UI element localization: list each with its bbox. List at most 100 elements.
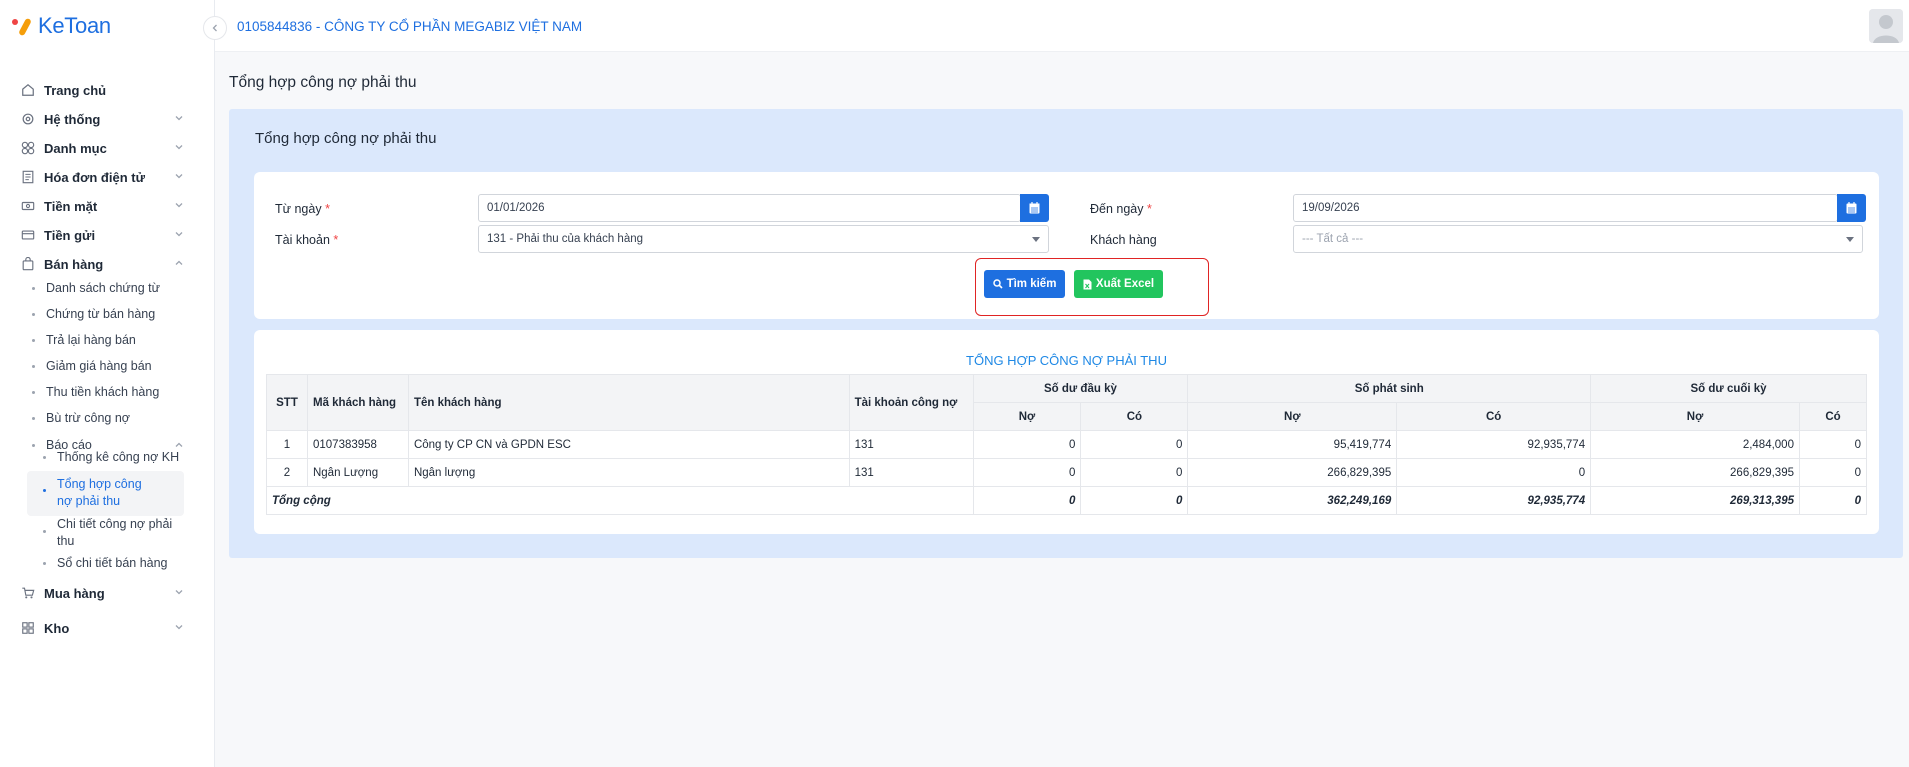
from-date-input[interactable]: 01/01/2026 — [478, 194, 1021, 222]
to-date-input[interactable]: 19/09/2026 — [1293, 194, 1838, 222]
cell-name: Ngân lượng — [407, 458, 850, 487]
sidebar-report-item-active[interactable]: Tổng hợp công nợ phải thu — [27, 471, 184, 516]
table-row[interactable]: 2 Ngân Lượng Ngân lượng 131 0 0 266,829,… — [266, 458, 1868, 487]
table-row[interactable]: 1 0107383958 Công ty CP CN và GPDN ESC 1… — [266, 430, 1868, 459]
sidebar-report-item[interactable]: Chi tiết công nợ phải thu — [0, 516, 215, 554]
chevron-down-icon — [175, 203, 183, 208]
from-date-label: Từ ngày * — [275, 202, 330, 216]
customer-select[interactable]: --- Tất cả --- — [1293, 225, 1863, 253]
sidebar-report-item[interactable]: Sổ chi tiết bán hàng — [0, 555, 215, 572]
company-name: 0105844836 - CÔNG TY CỔ PHẦN MEGABIZ VIỆ… — [237, 19, 583, 34]
logo-text: KeToan — [38, 13, 111, 38]
column-header: Mã khách hàng — [306, 374, 409, 431]
user-icon — [1869, 9, 1903, 43]
avatar[interactable] — [1869, 9, 1903, 43]
sidebar-item-home[interactable]: Trang chủ — [0, 75, 215, 105]
from-date-calendar-button[interactable] — [1020, 194, 1049, 222]
sidebar-item-system[interactable]: Hệ thống — [0, 104, 215, 134]
export-excel-button[interactable]: Xuất Excel — [1074, 270, 1163, 298]
home-icon — [20, 82, 36, 98]
sidebar-subitem-label: Trả lại hàng bán — [46, 333, 136, 347]
cell-close-debit: 266,829,395 — [1590, 458, 1800, 487]
filter-form: Từ ngày * 01/01/2026 Đến ngày * 19/09/20… — [254, 172, 1879, 319]
sidebar-item-einvoice[interactable]: Hóa đơn điện tử — [0, 162, 215, 192]
table-total-row: Tổng cộng 0 0 362,249,169 92,935,774 269… — [266, 486, 1868, 515]
bag-icon — [20, 256, 36, 272]
cell-stt: 1 — [266, 430, 308, 459]
cell-open-credit: 0 — [1080, 430, 1189, 459]
chevron-left-icon — [212, 24, 217, 32]
total-mov-debit: 362,249,169 — [1187, 486, 1398, 515]
search-button[interactable]: Tìm kiếm — [984, 270, 1065, 298]
search-button-label: Tìm kiếm — [1006, 278, 1057, 290]
total-mov-credit: 92,935,774 — [1396, 486, 1592, 515]
cell-code: Ngân Lượng — [306, 458, 409, 487]
sidebar-subitem-label: Danh sách chứng từ — [46, 281, 161, 295]
column-header: Có — [1396, 402, 1592, 431]
customer-label: Khách hàng — [1090, 233, 1157, 247]
chevron-down-icon — [175, 116, 183, 121]
sidebar-subitem-label: Bù trừ công nợ — [46, 411, 130, 425]
sidebar-subitem[interactable]: Giảm giá hàng bán — [0, 353, 215, 379]
file-excel-icon — [1083, 279, 1092, 289]
chevron-down-icon — [175, 625, 183, 630]
sidebar-item-deposit[interactable]: Tiền gửi — [0, 220, 215, 250]
cell-name: Công ty CP CN và GPDN ESC — [407, 430, 850, 459]
sidebar-item-catalog[interactable]: Danh mục — [0, 133, 215, 163]
total-open-debit: 0 — [972, 486, 1082, 515]
customer-select-placeholder: --- Tất cả --- — [1302, 233, 1364, 245]
calendar-icon — [1029, 202, 1040, 214]
sidebar-report-label: Chi tiết công nợ phải thu — [57, 517, 173, 548]
export-excel-button-label: Xuất Excel — [1095, 278, 1155, 290]
sidebar-item-label: Hóa đơn điện tử — [44, 169, 145, 185]
sidebar-item-purchase[interactable]: Mua hàng — [0, 578, 215, 608]
sidebar-item-label: Tiền mặt — [44, 198, 98, 214]
column-header: Nợ — [972, 402, 1082, 431]
column-header: Nợ — [1590, 402, 1800, 431]
collapse-sidebar-button[interactable] — [203, 16, 227, 40]
sidebar-item-label: Bán hàng — [44, 256, 104, 272]
to-date-calendar-button[interactable] — [1837, 194, 1866, 222]
sidebar-subitem[interactable]: Chứng từ bán hàng — [0, 301, 215, 327]
column-header: Có — [1798, 402, 1868, 431]
cell-close-credit: 0 — [1798, 430, 1868, 459]
chevron-up-icon — [175, 260, 183, 265]
sidebar-subitem[interactable]: Trả lại hàng bán — [0, 327, 215, 353]
cell-mov-credit: 0 — [1396, 458, 1592, 487]
total-open-credit: 0 — [1080, 486, 1189, 515]
cell-mov-debit: 95,419,774 — [1187, 430, 1398, 459]
to-date-label: Đến ngày * — [1090, 202, 1152, 216]
cell-mov-debit: 266,829,395 — [1187, 458, 1398, 487]
cell-open-debit: 0 — [972, 458, 1082, 487]
warehouse-icon — [20, 620, 36, 636]
sidebar-subitem[interactable]: Danh sách chứng từ — [0, 275, 215, 301]
sidebar-subitem[interactable]: Thu tiền khách hàng — [0, 379, 215, 405]
sidebar-item-cash[interactable]: Tiền mặt — [0, 191, 215, 221]
sidebar-item-warehouse[interactable]: Kho — [0, 613, 215, 643]
cell-open-debit: 0 — [972, 430, 1082, 459]
page-title: Tổng hợp công nợ phải thu — [229, 74, 417, 91]
account-label: Tài khoản * — [275, 233, 339, 247]
cash-icon — [20, 198, 36, 214]
sidebar-report-label: Thống kê công nợ KH — [57, 450, 180, 464]
chevron-down-icon — [175, 145, 183, 150]
logo[interactable]: KeToan — [12, 12, 111, 40]
search-icon — [992, 279, 1003, 289]
grid-icon — [20, 140, 36, 156]
calendar-icon — [1846, 202, 1857, 214]
topbar: 0105844836 - CÔNG TY CỔ PHẦN MEGABIZ VIỆ… — [215, 0, 1909, 52]
account-select-value: 131 - Phải thu của khách hàng — [487, 233, 644, 245]
sidebar-report-item[interactable]: Thống kê công nợ KH — [0, 449, 215, 466]
sidebar-item-label: Hệ thống — [44, 111, 101, 127]
logo-icon — [12, 15, 34, 37]
sidebar-subitem-label: Chứng từ bán hàng — [46, 307, 156, 321]
column-header: Tài khoản công nợ — [848, 374, 974, 431]
chevron-down-icon — [175, 174, 183, 179]
column-header: Nợ — [1187, 402, 1398, 431]
column-group-header: Số dư đầu kỳ — [972, 374, 1189, 403]
account-select[interactable]: 131 - Phải thu của khách hàng — [478, 225, 1049, 253]
cell-account: 131 — [848, 430, 974, 459]
sidebar-subitem[interactable]: Bù trừ công nợ — [0, 405, 215, 431]
cell-stt: 2 — [266, 458, 308, 487]
total-close-credit: 0 — [1798, 486, 1868, 515]
